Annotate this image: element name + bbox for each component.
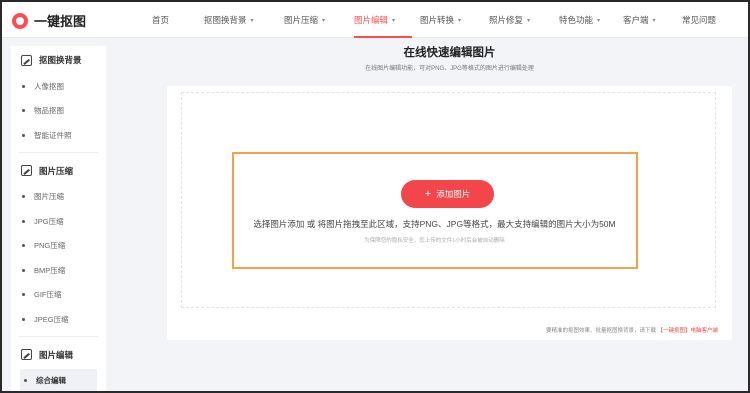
bullet-icon bbox=[22, 84, 25, 88]
nav-item-label: 抠图换背景 bbox=[204, 15, 247, 25]
sidebar-item-label: BMP压缩 bbox=[34, 265, 66, 275]
brand-logo[interactable]: 一键抠图 bbox=[12, 11, 86, 30]
chevron-down-icon: ▾ bbox=[652, 17, 656, 24]
sidebar-group-title: 抠图换背景 bbox=[11, 46, 106, 74]
sidebar-item-label: 综合编辑 bbox=[36, 376, 66, 386]
nav-item[interactable]: 抠图换背景 ▾ bbox=[204, 2, 284, 38]
client-download-text: 要精准的抠图效果、批量抠图换背景，请下载 bbox=[545, 328, 656, 334]
bullet-icon bbox=[22, 244, 25, 248]
sidebar-group-label: 图片编辑 bbox=[39, 349, 74, 360]
upload-hint: 选择图片添加 或 将图片拖拽至此区域，支持PNG、JPG等格式，最大支持编辑的图… bbox=[253, 219, 616, 229]
add-image-label: 添加图片 bbox=[436, 189, 471, 199]
bullet-icon bbox=[22, 268, 25, 272]
sidebar-group-title: 图片压缩 bbox=[11, 157, 106, 185]
sidebar-item[interactable]: JPEG压缩 bbox=[11, 307, 106, 332]
sidebar-item[interactable]: GIF压缩 bbox=[11, 283, 106, 308]
main-nav: 首页 抠图换背景 ▾ 图片压缩 ▾ 图片编辑 ▾ 图片转换 ▾ 照片修复 ▾ 特色功能 ▾ 客户端 ▾ 常见问… bbox=[152, 2, 722, 38]
bullet-icon bbox=[22, 195, 25, 199]
page-title: 在线快速编辑图片 bbox=[403, 47, 496, 59]
bullet-icon bbox=[22, 133, 25, 137]
nav-item[interactable]: 常见问题 bbox=[682, 2, 722, 38]
bullet-icon bbox=[22, 219, 25, 223]
sidebar-item[interactable]: 物品抠图 bbox=[11, 99, 106, 124]
sidebar-item[interactable]: PNG压缩 bbox=[11, 234, 106, 259]
nav-item[interactable]: 图片编辑 ▾ bbox=[354, 2, 420, 38]
bullet-icon bbox=[22, 317, 25, 321]
sidebar-item-label: GIF压缩 bbox=[34, 290, 62, 300]
chevron-down-icon: ▾ bbox=[597, 17, 601, 24]
bullet-icon bbox=[22, 109, 25, 113]
privacy-note: 为保障您的隐私安全，您上传的文件1小时后会被自动删除 bbox=[364, 238, 505, 244]
sidebar-item[interactable]: JPG压缩 bbox=[11, 209, 106, 234]
sidebar-item[interactable]: BMP压缩 bbox=[11, 258, 106, 283]
sidebar-item[interactable]: 人像抠图 bbox=[11, 74, 106, 99]
client-download-link[interactable]: 【一键抠图】电脑客户端 bbox=[657, 328, 718, 334]
client-download-note: 要精准的抠图效果、批量抠图换背景，请下载 【一键抠图】电脑客户端 bbox=[546, 326, 718, 334]
nav-item-label: 图片编辑 bbox=[354, 15, 389, 25]
page-subtitle: 在线图片编辑功能，可对PNG、JPG等格式的图片进行编辑处理 bbox=[365, 66, 534, 72]
sidebar-item[interactable]: 智能证件照 bbox=[11, 123, 106, 148]
chevron-down-icon: ▾ bbox=[458, 17, 462, 24]
sidebar-item-label: 人像抠图 bbox=[34, 81, 64, 91]
nav-item[interactable]: 首页 bbox=[152, 2, 204, 38]
chevron-down-icon: ▾ bbox=[250, 17, 254, 24]
nav-item-label: 图片转换 bbox=[420, 15, 455, 25]
nav-item[interactable]: 特色功能 ▾ bbox=[559, 2, 623, 38]
bullet-icon bbox=[24, 379, 27, 383]
nav-item[interactable]: 图片压缩 ▾ bbox=[284, 2, 354, 38]
upload-highlight-box: + 添加图片 选择图片添加 或 将图片拖拽至此区域，支持PNG、JPG等格式，最… bbox=[232, 152, 638, 269]
sidebar-item[interactable]: 综合编辑 bbox=[20, 368, 97, 391]
sidebar-item-label: JPG压缩 bbox=[34, 216, 64, 226]
sidebar-group-title: 图片编辑 bbox=[11, 341, 106, 369]
nav-item[interactable]: 照片修复 ▾ bbox=[489, 2, 559, 38]
sidebar-divider bbox=[19, 151, 98, 153]
bullet-icon bbox=[22, 293, 25, 297]
chevron-down-icon: ▾ bbox=[392, 17, 396, 24]
nav-item-label: 图片压缩 bbox=[284, 15, 319, 25]
nav-item-label: 照片修复 bbox=[489, 15, 524, 25]
sidebar-item-label: PNG压缩 bbox=[34, 241, 66, 251]
nav-item[interactable]: 客户端 ▾ bbox=[623, 2, 682, 38]
sidebar-item[interactable]: 图片压缩 bbox=[11, 185, 106, 210]
nav-item-label: 常见问题 bbox=[682, 15, 717, 25]
nav-item-label: 客户端 bbox=[623, 15, 649, 25]
sidebar-item-label: 智能证件照 bbox=[34, 130, 72, 140]
sidebar-group-label: 图片压缩 bbox=[39, 165, 74, 176]
nav-item-label: 特色功能 bbox=[559, 15, 594, 25]
sidebar: 抠图换背景 人像抠图 物品抠图 智能证件照 图片压缩 图片压缩 JPG压缩 PNG压缩 BMP压… bbox=[11, 46, 106, 391]
image-edit-icon bbox=[21, 349, 32, 360]
sidebar-group-label: 抠图换背景 bbox=[39, 55, 82, 65]
nav-item-label: 首页 bbox=[152, 15, 170, 25]
sidebar-item-label: 图片压缩 bbox=[34, 192, 64, 202]
sidebar-item-label: 物品抠图 bbox=[34, 106, 64, 116]
image-icon bbox=[21, 54, 32, 66]
logo-icon bbox=[12, 12, 28, 29]
image-icon bbox=[21, 165, 32, 176]
upload-panel: + 添加图片 选择图片添加 或 将图片拖拽至此区域，支持PNG、JPG等格式，最… bbox=[167, 86, 732, 340]
app-window: 一键抠图 首页 抠图换背景 ▾ 图片压缩 ▾ 图片编辑 ▾ 图片转换 ▾ 照片修复 ▾ 特色功能 ▾ 客户… bbox=[0, 0, 750, 393]
sidebar-divider bbox=[19, 335, 98, 337]
top-header: 一键抠图 首页 抠图换背景 ▾ 图片压缩 ▾ 图片编辑 ▾ 图片转换 ▾ 照片修复 ▾ 特色功能 ▾ 客户… bbox=[2, 2, 748, 38]
main-content: 在线快速编辑图片 在线图片编辑功能，可对PNG、JPG等格式的图片进行编辑处理 … bbox=[167, 38, 732, 348]
plus-icon: + bbox=[424, 187, 432, 200]
brand-name: 一键抠图 bbox=[34, 14, 87, 29]
nav-item[interactable]: 图片转换 ▾ bbox=[420, 2, 489, 38]
sidebar-item-label: JPEG压缩 bbox=[34, 314, 69, 324]
chevron-down-icon: ▾ bbox=[527, 17, 531, 24]
chevron-down-icon: ▾ bbox=[322, 17, 326, 24]
add-image-button[interactable]: + 添加图片 bbox=[401, 180, 494, 208]
